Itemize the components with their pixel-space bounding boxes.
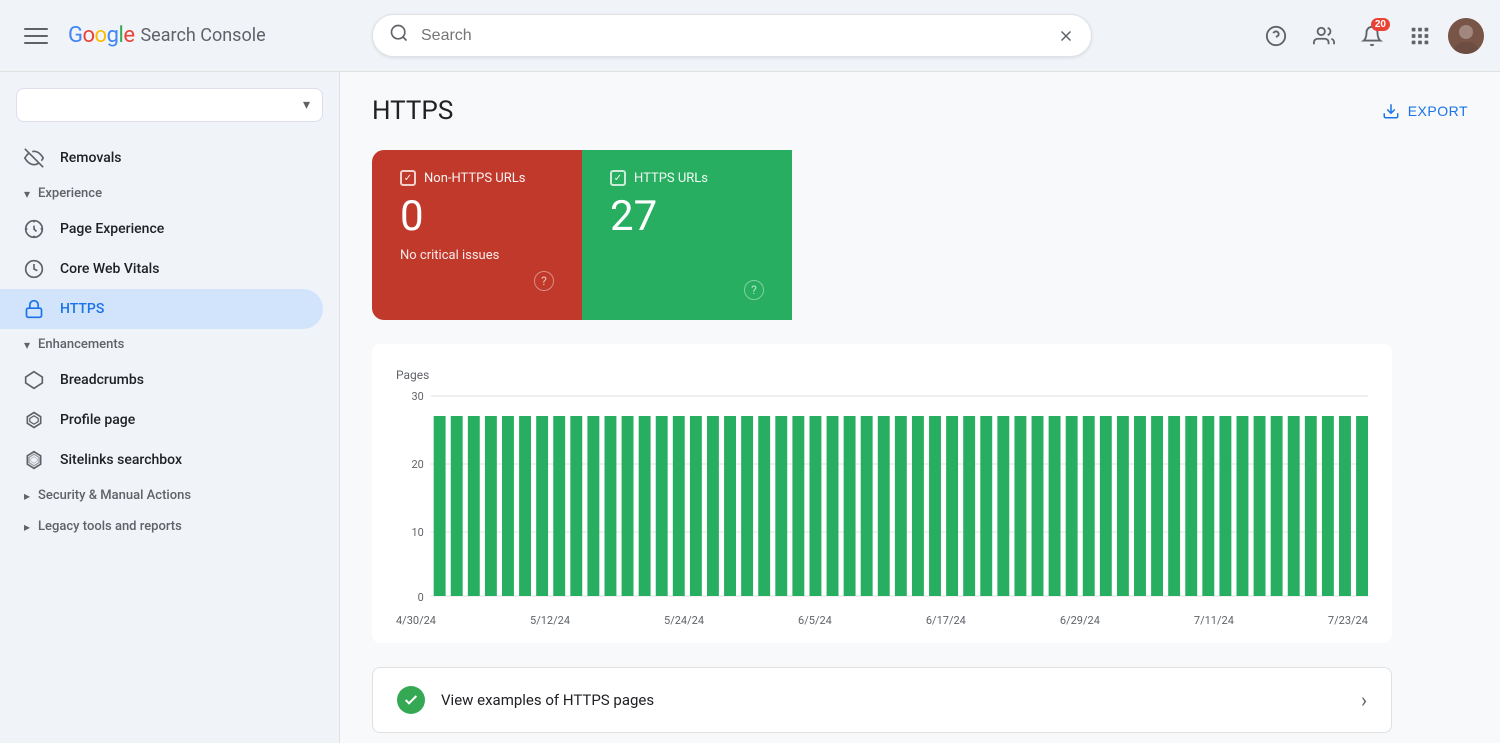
view-examples-row[interactable]: View examples of HTTPS pages › (372, 667, 1392, 733)
chart-bars (434, 416, 1368, 596)
layout: ▾ Removals ▾ Experience (0, 72, 1500, 743)
diamond-stack2-icon (24, 450, 44, 470)
sidebar-section-security[interactable]: ▸ Security & Manual Actions (0, 480, 339, 511)
card-https-number: 27 (610, 194, 764, 240)
sidebar-section-experience[interactable]: ▾ Experience (0, 178, 339, 209)
topbar-actions: 20 (1256, 16, 1484, 56)
apps-button[interactable] (1400, 16, 1440, 56)
sidebar-item-page-experience-label: Page Experience (60, 221, 164, 237)
search-clear-button[interactable] (1057, 27, 1075, 45)
main-content: HTTPS EXPORT ✓ Non-HTTPS URLs 0 No criti… (340, 72, 1500, 743)
diamond-icon (24, 370, 44, 390)
x-label-2: 5/24/24 (664, 614, 704, 627)
section-enhancements-label: Enhancements (38, 337, 124, 352)
sidebar-item-page-experience[interactable]: Page Experience (0, 209, 323, 249)
sidebar-item-core-web-vitals[interactable]: Core Web Vitals (0, 249, 323, 289)
topbar: Google Search Console (0, 0, 1500, 72)
chevron-down-icon: ▾ (303, 97, 310, 113)
checkbox-https-icon: ✓ (610, 170, 626, 186)
chart-container: 30 20 10 0 (396, 386, 1368, 606)
expand-icon: ▾ (24, 187, 30, 201)
sidebar: ▾ Removals ▾ Experience (0, 72, 340, 743)
topbar-left: Google Search Console (16, 16, 356, 56)
sidebar-item-removals-label: Removals (60, 150, 122, 166)
chart-area: Pages 30 20 10 0 (372, 344, 1392, 643)
sidebar-item-https[interactable]: HTTPS (0, 289, 323, 329)
card-non-https-number: 0 (400, 194, 554, 240)
sidebar-section-enhancements[interactable]: ▾ Enhancements (0, 329, 339, 360)
x-label-7: 7/23/24 (1328, 614, 1368, 627)
card-https-label: ✓ HTTPS URLs (610, 170, 764, 186)
expand-legacy-icon: ▸ (24, 520, 30, 534)
app-subtitle: Search Console (140, 25, 265, 46)
google-logo: Google (68, 23, 134, 48)
section-legacy-label: Legacy tools and reports (38, 519, 182, 534)
property-selector[interactable]: ▾ (16, 88, 323, 122)
notification-count: 20 (1371, 18, 1390, 31)
chart-svg: 30 20 10 0 (396, 386, 1368, 606)
card-https: ✓ HTTPS URLs 27 ? (582, 150, 792, 320)
svg-text:20: 20 (412, 458, 424, 471)
logo-area: Google Search Console (68, 23, 266, 48)
activity-icon (24, 259, 44, 279)
sidebar-item-profile-page[interactable]: Profile page (0, 400, 323, 440)
sidebar-item-breadcrumbs[interactable]: Breadcrumbs (0, 360, 323, 400)
chevron-right-icon: › (1361, 688, 1367, 712)
checkbox-icon: ✓ (400, 170, 416, 186)
view-examples-left: View examples of HTTPS pages (397, 686, 654, 714)
help-button[interactable] (1256, 16, 1296, 56)
diamond-stack-icon (24, 410, 44, 430)
x-label-3: 6/5/24 (798, 614, 832, 627)
avatar[interactable] (1448, 18, 1484, 54)
sidebar-item-sitelinks[interactable]: Sitelinks searchbox (0, 440, 323, 480)
hamburger-icon (24, 24, 48, 48)
export-button[interactable]: EXPORT (1382, 102, 1468, 120)
expand-security-icon: ▸ (24, 489, 30, 503)
svg-text:0: 0 (418, 591, 424, 604)
sidebar-item-profile-label: Profile page (60, 412, 135, 428)
help-circle-icon[interactable]: ? (534, 271, 554, 291)
avatar-image (1448, 18, 1484, 54)
chart-y-label: Pages (396, 368, 1368, 382)
x-label-4: 6/17/24 (926, 614, 966, 627)
summary-cards: ✓ Non-HTTPS URLs 0 No critical issues ? … (372, 150, 1197, 320)
sidebar-item-sitelinks-label: Sitelinks searchbox (60, 452, 182, 468)
people-button[interactable] (1304, 16, 1344, 56)
sidebar-item-core-web-vitals-label: Core Web Vitals (60, 261, 159, 277)
chart-x-labels: 4/30/24 5/12/24 5/24/24 6/5/24 6/17/24 6… (396, 614, 1368, 627)
x-label-0: 4/30/24 (396, 614, 436, 627)
sidebar-section-legacy[interactable]: ▸ Legacy tools and reports (0, 511, 339, 542)
section-experience-label: Experience (38, 186, 102, 201)
search-input[interactable] (421, 27, 1045, 45)
sidebar-item-https-label: HTTPS (60, 301, 104, 317)
menu-button[interactable] (16, 16, 56, 56)
lock-icon (24, 299, 44, 319)
gauge-icon (24, 219, 44, 239)
search-icon (389, 23, 409, 48)
notifications-button[interactable]: 20 (1352, 16, 1392, 56)
eye-off-icon (24, 148, 44, 168)
svg-text:30: 30 (412, 390, 424, 403)
search-bar[interactable] (372, 14, 1092, 57)
export-label: EXPORT (1408, 103, 1468, 119)
card-non-https: ✓ Non-HTTPS URLs 0 No critical issues ? (372, 150, 582, 320)
svg-text:10: 10 (412, 526, 424, 539)
card-non-https-label: ✓ Non-HTTPS URLs (400, 170, 554, 186)
x-label-6: 7/11/24 (1194, 614, 1234, 627)
help-circle-https-icon[interactable]: ? (744, 280, 764, 300)
view-examples-label: View examples of HTTPS pages (441, 691, 654, 709)
x-label-5: 6/29/24 (1060, 614, 1100, 627)
x-label-1: 5/12/24 (530, 614, 570, 627)
page-title: HTTPS (372, 96, 453, 126)
green-check-icon (397, 686, 425, 714)
card-non-https-subtitle: No critical issues (400, 248, 554, 263)
page-header: HTTPS EXPORT (372, 96, 1468, 126)
expand-enhancements-icon: ▾ (24, 338, 30, 352)
sidebar-item-breadcrumbs-label: Breadcrumbs (60, 372, 144, 388)
section-security-label: Security & Manual Actions (38, 488, 191, 503)
sidebar-item-removals[interactable]: Removals (0, 138, 323, 178)
